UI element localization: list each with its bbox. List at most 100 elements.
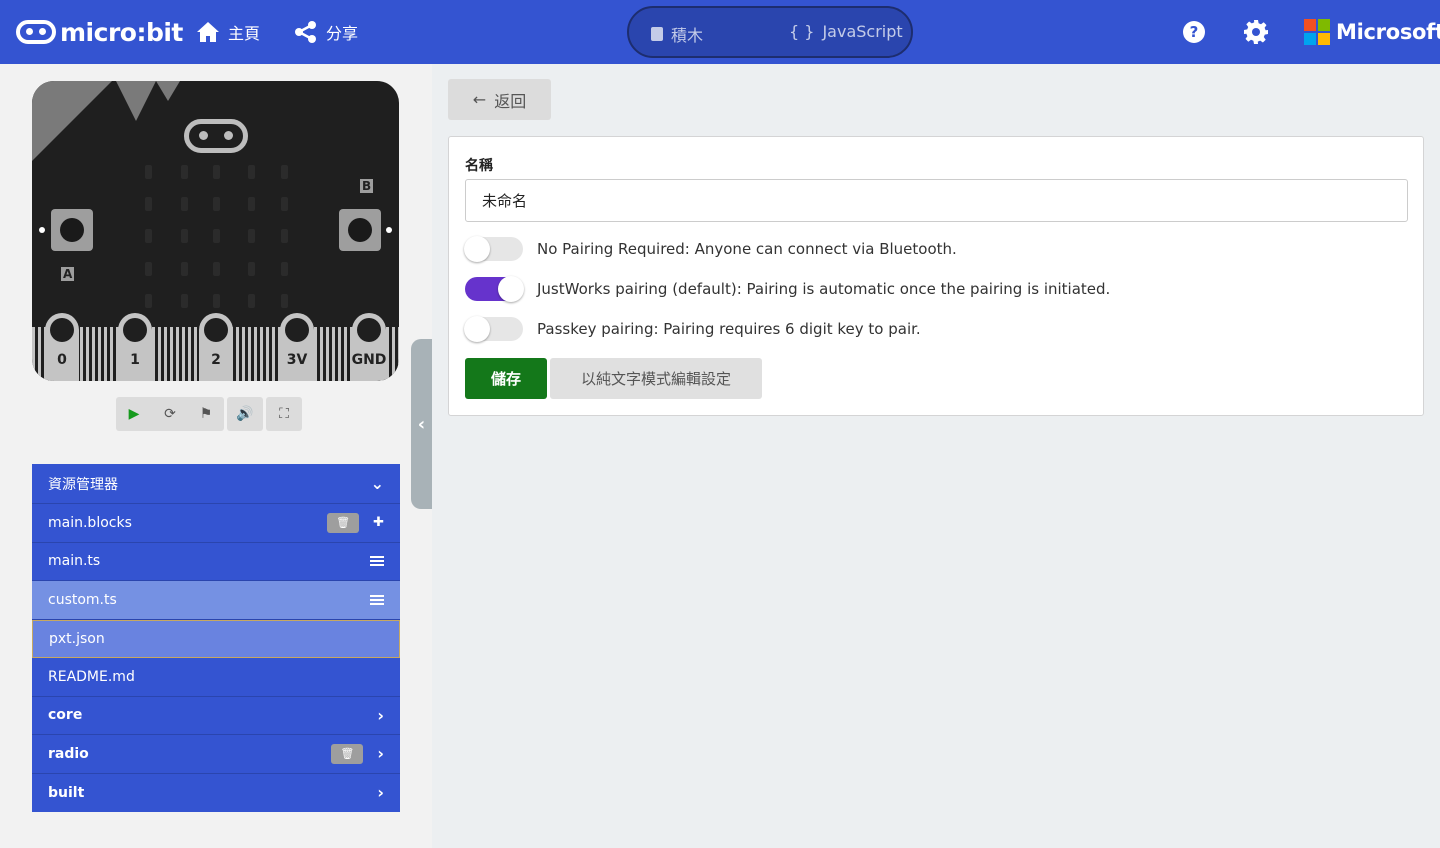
touch-logo[interactable]: [184, 119, 248, 153]
file-name: main.ts: [48, 553, 101, 570]
device-notch: [156, 81, 180, 101]
share-icon: [295, 21, 316, 43]
play-icon[interactable]: ▶: [116, 397, 152, 431]
explorer-header[interactable]: 資源管理器 ⌄: [32, 464, 400, 504]
restart-icon[interactable]: ⟳: [152, 397, 188, 431]
folder-item-radio[interactable]: radio 🗑 ›: [32, 735, 400, 774]
option-label: JustWorks pairing (default): Pairing is …: [537, 280, 1111, 298]
file-name: custom.ts: [48, 591, 117, 608]
microbit-logo-icon: [16, 20, 56, 44]
pin-label: GND: [351, 352, 387, 368]
led: [281, 229, 288, 243]
pin-label: 2: [211, 352, 221, 368]
led: [248, 229, 255, 243]
led: [213, 229, 220, 243]
editor-toggle: 積木 { } JavaScript: [627, 6, 913, 58]
led: [281, 262, 288, 276]
simulator-panel: A B 0 1 2 3V GND ▶ ⟳ ⚑ 🔊 ⛶ 資源管理器 ⌄ main.…: [0, 64, 432, 848]
file-item-main-ts[interactable]: main.ts: [32, 542, 400, 581]
home-icon: [197, 22, 219, 42]
share-button[interactable]: 分享: [294, 20, 358, 44]
no-pairing-toggle[interactable]: [464, 236, 523, 262]
led: [213, 197, 220, 211]
javascript-tab-label: JavaScript: [822, 22, 903, 41]
fullscreen-icon[interactable]: ⛶: [266, 397, 302, 431]
option-label: Passkey pairing: Pairing requires 6 digi…: [537, 320, 921, 338]
puzzle-icon: ✚: [373, 515, 384, 531]
led: [145, 165, 152, 179]
file-item-custom-ts[interactable]: custom.ts: [32, 581, 400, 620]
file-item-pxt-json[interactable]: pxt.json: [32, 619, 400, 658]
back-label: 返回: [494, 91, 527, 111]
led: [181, 229, 188, 243]
led: [145, 229, 152, 243]
pin-gnd[interactable]: [352, 313, 386, 381]
microsoft-logo[interactable]: Microsoft: [1304, 19, 1440, 45]
microsoft-grid-icon: [1304, 19, 1330, 45]
justworks-toggle[interactable]: [465, 276, 524, 302]
home-label: 主頁: [228, 24, 261, 43]
pin-label: 3V: [286, 352, 308, 368]
save-button[interactable]: 儲存: [465, 358, 547, 399]
blocks-tab[interactable]: 積木: [651, 22, 703, 46]
help-icon[interactable]: ?: [1183, 21, 1205, 43]
file-name: README.md: [48, 668, 135, 685]
pin-0[interactable]: [45, 313, 79, 381]
folder-item-built[interactable]: built ›: [32, 773, 400, 812]
button-b[interactable]: [339, 209, 381, 251]
led: [145, 197, 152, 211]
led: [281, 294, 288, 308]
blocks-tab-label: 積木: [671, 26, 704, 45]
folder-item-core[interactable]: core ›: [32, 696, 400, 735]
project-name-input[interactable]: [465, 179, 1408, 222]
javascript-tab[interactable]: { } JavaScript: [789, 22, 903, 41]
puzzle-icon: [651, 27, 663, 41]
folder-name: core: [48, 707, 83, 724]
chevron-right-icon: ›: [377, 783, 384, 803]
pin-label: 1: [130, 352, 140, 368]
led: [181, 197, 188, 211]
button-b-dot: [386, 227, 392, 233]
lines-icon: [370, 556, 384, 567]
option-justworks: JustWorks pairing (default): Pairing is …: [465, 276, 1110, 302]
back-button[interactable]: ← 返回: [448, 79, 551, 120]
microbit-logo[interactable]: micro:bit: [16, 14, 183, 50]
button-a[interactable]: [51, 209, 93, 251]
folder-name: built: [48, 784, 85, 801]
trash-icon[interactable]: 🗑: [327, 512, 360, 533]
file-item-main-blocks[interactable]: main.blocks 🗑 ✚: [32, 504, 400, 543]
home-button[interactable]: 主頁: [196, 20, 260, 44]
option-label: No Pairing Required: Anyone can connect …: [537, 240, 957, 258]
led: [145, 294, 152, 308]
edit-as-text-button[interactable]: 以純文字模式編輯設定: [550, 358, 762, 399]
collapse-simulator-handle[interactable]: ‹: [411, 339, 432, 509]
project-settings-card: 名稱 No Pairing Required: Anyone can conne…: [448, 136, 1424, 416]
led: [213, 294, 220, 308]
debug-icon[interactable]: ⚑: [188, 397, 224, 431]
logo-text: micro:bit: [60, 17, 183, 47]
file-item-readme[interactable]: README.md: [32, 658, 400, 697]
led: [248, 197, 255, 211]
led: [145, 262, 152, 276]
led: [248, 294, 255, 308]
option-no-pairing: No Pairing Required: Anyone can connect …: [464, 236, 957, 262]
pin-3v[interactable]: [280, 313, 314, 381]
trash-icon[interactable]: 🗑: [331, 743, 364, 764]
passkey-toggle[interactable]: [464, 316, 523, 342]
device-corner: [32, 81, 112, 161]
led: [181, 262, 188, 276]
option-passkey: Passkey pairing: Pairing requires 6 digi…: [464, 316, 921, 342]
settings-gear-icon[interactable]: [1243, 19, 1269, 45]
explorer-title: 資源管理器: [48, 476, 118, 493]
led: [181, 294, 188, 308]
led: [248, 262, 255, 276]
share-label: 分享: [326, 24, 359, 43]
braces-icon: { }: [789, 22, 815, 41]
pin-1[interactable]: [118, 313, 152, 381]
pin-2[interactable]: [199, 313, 233, 381]
mute-icon[interactable]: 🔊: [227, 397, 263, 431]
name-label: 名稱: [465, 158, 493, 174]
chevron-right-icon: ›: [377, 705, 384, 725]
microbit-simulator[interactable]: A B 0 1 2 3V GND: [32, 81, 399, 381]
led: [248, 165, 255, 179]
